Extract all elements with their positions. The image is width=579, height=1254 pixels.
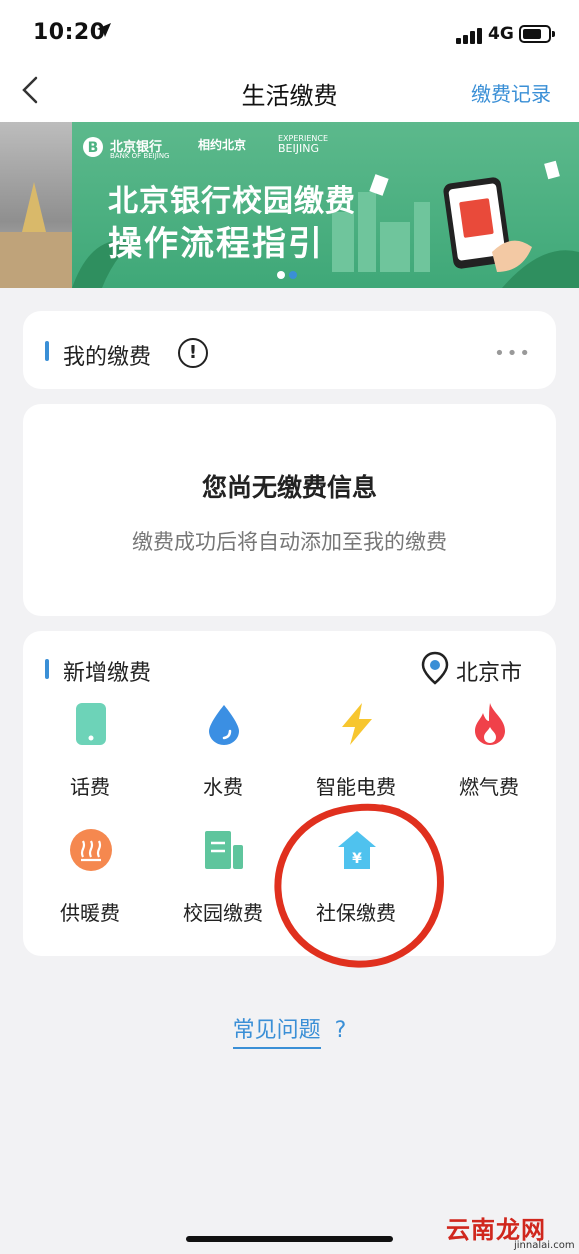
experience-logo: 相约北京 xyxy=(198,138,247,152)
watermark-url: jinnalai.com xyxy=(514,1240,575,1251)
phone-icon xyxy=(76,703,106,745)
battery-icon xyxy=(519,25,555,43)
faq-link[interactable]: 常见问题 xyxy=(232,1018,321,1049)
bank-name-en: BANK OF BEIJING xyxy=(110,152,170,160)
empty-state-title: 您尚无缴费信息 xyxy=(201,473,377,502)
grid-item-label: 社保缴费 xyxy=(316,901,396,925)
heating-icon xyxy=(70,829,112,871)
banner-slide[interactable]: B 北京银行 BANK OF BEIJING 相约北京 EXPERIENCE B… xyxy=(72,122,579,288)
social-security-icon: ¥ xyxy=(338,831,376,869)
faq-section: 常见问题? xyxy=(0,1012,579,1049)
banner-carousel[interactable]: B 北京银行 BANK OF BEIJING 相约北京 EXPERIENCE B… xyxy=(0,122,579,288)
home-indicator xyxy=(186,1236,393,1242)
grid-item-water[interactable]: 水费 xyxy=(158,703,288,813)
flame-icon xyxy=(475,703,505,745)
signal-icon xyxy=(456,28,482,44)
grid-item-label: 燃气费 xyxy=(459,775,519,799)
banner-subheadline: 操作流程指引 xyxy=(108,224,324,264)
more-icon[interactable]: ••• xyxy=(494,343,532,364)
banner-headline: 北京银行校园缴费 xyxy=(108,184,356,219)
grid-item-phone[interactable]: 话费 xyxy=(25,703,155,813)
location-pin-icon[interactable] xyxy=(421,651,449,685)
location-arrow-icon xyxy=(97,23,111,37)
svg-text:¥: ¥ xyxy=(352,851,362,867)
grid-item-social-security[interactable]: ¥ 社保缴费 xyxy=(291,829,421,939)
bank-logo-icon: B xyxy=(83,137,103,157)
grid-item-campus[interactable]: 校园缴费 xyxy=(158,829,288,939)
status-time: 10:20 xyxy=(33,20,106,45)
network-type: 4G xyxy=(488,24,514,44)
my-payments-header: 我的缴费 ! ••• xyxy=(23,311,556,389)
carousel-dot xyxy=(277,271,285,279)
grid-item-heating[interactable]: 供暖费 xyxy=(25,829,155,939)
grid-item-label: 校园缴费 xyxy=(183,901,263,925)
grid-item-electricity[interactable]: 智能电费 xyxy=(291,703,421,813)
campus-icon xyxy=(205,831,243,869)
svg-text:B: B xyxy=(88,140,99,156)
grid-item-label: 供暖费 xyxy=(60,901,120,925)
payment-records-link[interactable]: 缴费记录 xyxy=(471,78,551,107)
carousel-indicator xyxy=(277,264,301,283)
help-icon[interactable]: ? xyxy=(335,1018,347,1043)
grid-item-label: 水费 xyxy=(203,775,243,799)
my-payments-empty-card: 您尚无缴费信息 缴费成功后将自动添加至我的缴费 xyxy=(23,404,556,616)
nav-bar: 生活缴费 缴费记录 xyxy=(0,62,579,122)
city-selector[interactable]: 北京市 xyxy=(456,655,522,687)
status-bar: 10:20 4G xyxy=(0,0,579,62)
section-accent-bar xyxy=(45,341,49,361)
empty-state-description: 缴费成功后将自动添加至我的缴费 xyxy=(132,530,447,554)
grid-item-label: 智能电费 xyxy=(316,775,396,799)
lightning-icon xyxy=(342,703,372,745)
experience-beijing: EXPERIENCE BEIJING xyxy=(278,134,329,155)
info-icon[interactable]: ! xyxy=(178,338,208,368)
water-drop-icon xyxy=(209,705,239,745)
grid-item-gas[interactable]: 燃气费 xyxy=(424,703,554,813)
watermark: 云南龙网 jinnalai.com xyxy=(446,1210,579,1254)
section-accent-bar xyxy=(45,659,49,679)
new-payments-title: 新增缴费 xyxy=(63,661,152,686)
new-payments-card: 新增缴费 北京市 话费 水费 智能电费 燃气费 供暖费 校园缴费 ¥ 社保缴费 xyxy=(23,631,556,956)
grid-item-label: 话费 xyxy=(70,775,110,799)
my-payments-title: 我的缴费 xyxy=(63,345,152,370)
carousel-dot-active xyxy=(289,271,297,279)
banner-previous-slide xyxy=(0,122,72,288)
